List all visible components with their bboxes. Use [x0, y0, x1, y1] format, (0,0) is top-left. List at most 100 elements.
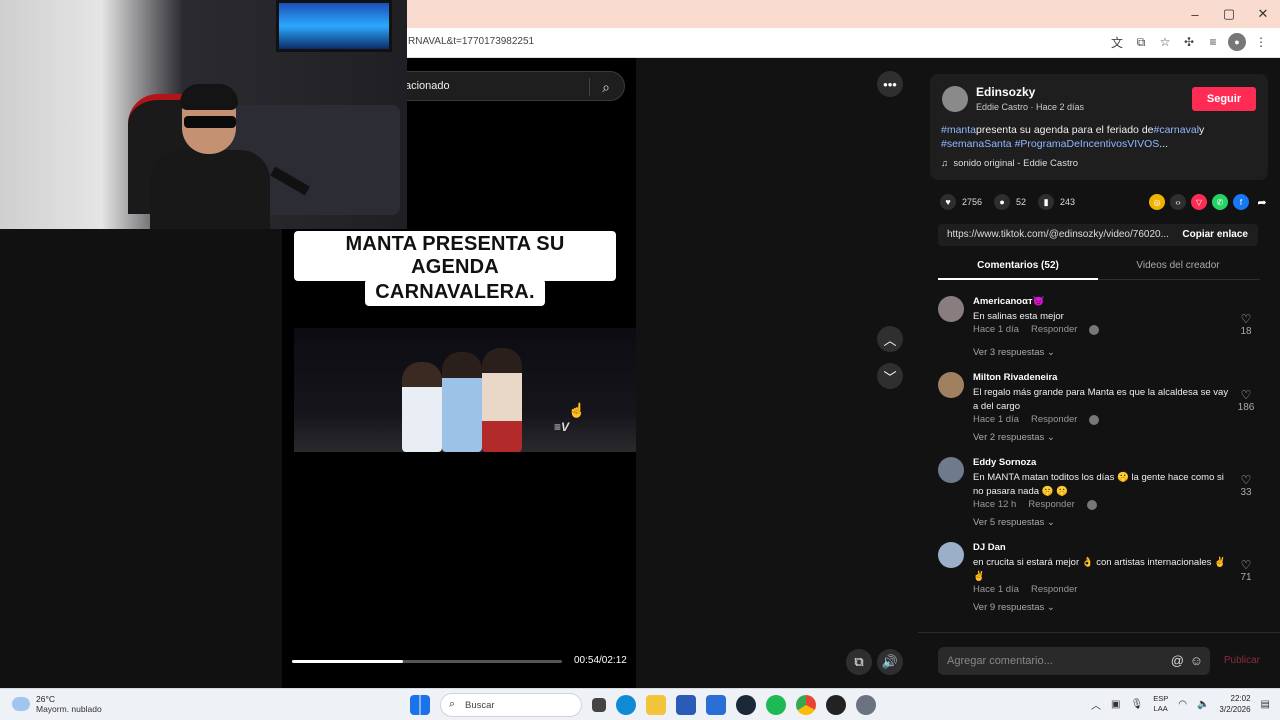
- menu-icon[interactable]: ⋮: [1252, 33, 1270, 51]
- maximize-button[interactable]: ▢: [1212, 0, 1246, 28]
- comment-icon[interactable]: ●: [994, 194, 1011, 210]
- comment-input[interactable]: Agregar comentario... @ ☺: [938, 647, 1210, 675]
- heart-outline-icon[interactable]: ♡: [1234, 312, 1258, 326]
- heart-outline-icon[interactable]: ♡: [1234, 473, 1258, 487]
- tab-creator-videos[interactable]: Videos del creador: [1098, 260, 1258, 271]
- commenter-avatar[interactable]: [938, 457, 964, 483]
- facebook-icon[interactable]: f: [1233, 194, 1249, 210]
- author-avatar[interactable]: [942, 86, 968, 112]
- weather-widget[interactable]: 26°C Mayorm. nublado: [12, 694, 102, 714]
- comment-like[interactable]: ♡ 33: [1234, 473, 1258, 498]
- clock[interactable]: 22:02 3/2/2026: [1219, 693, 1250, 715]
- coin-icon[interactable]: ◎: [1149, 194, 1165, 210]
- close-button[interactable]: ✕: [1246, 0, 1280, 28]
- whatsapp-icon[interactable]: ✆: [1212, 194, 1228, 210]
- embed-icon[interactable]: ‹›: [1170, 194, 1186, 210]
- commenter-name[interactable]: Eddy Sornoza: [973, 457, 1036, 468]
- comment-like[interactable]: ♡ 71: [1234, 558, 1258, 583]
- send-icon[interactable]: ▽: [1191, 194, 1207, 210]
- heart-icon[interactable]: ♥: [940, 194, 956, 210]
- store-icon[interactable]: [676, 695, 696, 715]
- steam-icon[interactable]: [736, 695, 756, 715]
- view-replies-button[interactable]: Ver 5 respuestas ⌄: [973, 517, 1055, 528]
- spotify-icon[interactable]: [766, 695, 786, 715]
- search-icon[interactable]: ⌕: [596, 77, 616, 97]
- speaker-icon[interactable]: 🔈: [1197, 699, 1209, 710]
- url-text[interactable]: RNAVAL&t=1770173982251: [408, 36, 534, 47]
- taskbar-search-label: Buscar: [465, 700, 495, 711]
- follow-button[interactable]: Seguir: [1192, 87, 1256, 111]
- notification-icon[interactable]: ▤: [1261, 699, 1270, 710]
- author-name[interactable]: Edinsozky: [976, 85, 1035, 99]
- reading-list-icon[interactable]: ≡: [1204, 33, 1222, 51]
- previous-video-button[interactable]: ︿: [877, 326, 903, 352]
- outlook-icon[interactable]: [706, 695, 726, 715]
- view-replies-button[interactable]: Ver 3 respuestas ⌄: [973, 347, 1055, 358]
- windows-start-icon[interactable]: [410, 695, 430, 715]
- video-url[interactable]: https://www.tiktok.com/@edinsozky/video/…: [947, 229, 1175, 240]
- comment-placeholder[interactable]: Agregar comentario...: [947, 655, 1053, 667]
- view-replies-button[interactable]: Ver 2 respuestas ⌄: [973, 432, 1055, 443]
- sound-link[interactable]: ♫ sonido original - Eddie Castro: [941, 158, 1078, 169]
- comment-like[interactable]: ♡ 186: [1234, 388, 1258, 413]
- like-stat[interactable]: ♥ 2756: [940, 194, 982, 210]
- heart-outline-icon[interactable]: ♡: [1234, 388, 1258, 402]
- hashtag-link[interactable]: #semanaSanta: [941, 138, 1012, 150]
- input-language[interactable]: ESP LAA: [1153, 694, 1168, 714]
- queen-figure-middle: [442, 352, 482, 452]
- video-progress-bar[interactable]: [292, 660, 562, 663]
- task-view-icon[interactable]: [592, 698, 606, 712]
- tray-app-icon[interactable]: ▣: [1111, 699, 1120, 710]
- search-icon: ⌕: [449, 698, 456, 710]
- commenter-avatar[interactable]: [938, 372, 964, 398]
- star-icon[interactable]: ☆: [1156, 33, 1174, 51]
- commenter-name[interactable]: DJ Dan: [973, 542, 1006, 553]
- edge-icon[interactable]: [616, 695, 636, 715]
- description-ellipsis[interactable]: ...: [1159, 138, 1168, 150]
- hashtag-link[interactable]: #manta: [941, 124, 976, 136]
- reply-button[interactable]: Responder: [1031, 584, 1077, 595]
- volume-button[interactable]: 🔊: [877, 649, 903, 675]
- video-time: 00:54/02:12: [574, 655, 627, 666]
- more-options-button[interactable]: •••: [877, 71, 903, 97]
- comment-stat[interactable]: ● 52: [994, 194, 1026, 210]
- reply-button[interactable]: Responder: [1031, 414, 1077, 425]
- profile-icon[interactable]: ●: [1228, 33, 1246, 51]
- hashtag-link[interactable]: #carnaval: [1154, 124, 1200, 136]
- next-video-button[interactable]: ﹀: [877, 363, 903, 389]
- share-arrow-icon[interactable]: ➦: [1254, 194, 1270, 210]
- file-explorer-icon[interactable]: [646, 695, 666, 715]
- video-caption: MANTA PRESENTA SU AGENDA CARNAVALERA.: [294, 231, 616, 306]
- chrome-icon[interactable]: [796, 695, 816, 715]
- show-hidden-icons[interactable]: ︿: [1091, 697, 1101, 712]
- reply-button[interactable]: Responder: [1028, 499, 1074, 510]
- commenter-avatar[interactable]: [938, 296, 964, 322]
- publish-button[interactable]: Publicar: [1224, 655, 1260, 666]
- cast-icon[interactable]: ⧉: [1132, 33, 1150, 51]
- view-replies-button[interactable]: Ver 9 respuestas ⌄: [973, 602, 1055, 613]
- settings-icon[interactable]: [856, 695, 876, 715]
- microphone-icon[interactable]: 🎙: [1131, 699, 1144, 710]
- minimize-button[interactable]: –: [1178, 0, 1212, 28]
- wifi-icon[interactable]: ◠: [1178, 699, 1187, 710]
- reply-button[interactable]: Responder: [1031, 324, 1077, 335]
- search-input[interactable]: acionado: [405, 80, 450, 92]
- commenter-name[interactable]: Americanoαт😈: [973, 296, 1044, 307]
- extensions-icon[interactable]: ✣: [1180, 33, 1198, 51]
- mention-icon[interactable]: @: [1171, 653, 1184, 668]
- commenter-avatar[interactable]: [938, 542, 964, 568]
- hashtag-link[interactable]: #ProgramaDeIncentivosVIVOS: [1015, 138, 1160, 150]
- translate-icon[interactable]: 文: [1108, 33, 1126, 51]
- video-player[interactable]: [294, 328, 636, 452]
- save-stat[interactable]: ▮ 243: [1038, 194, 1075, 210]
- heart-outline-icon[interactable]: ♡: [1234, 558, 1258, 572]
- taskbar-search[interactable]: ⌕ Buscar: [440, 693, 582, 717]
- tab-comments[interactable]: Comentarios (52): [938, 260, 1098, 271]
- commenter-name[interactable]: Milton Rivadeneira: [973, 372, 1057, 383]
- obs-icon[interactable]: [826, 695, 846, 715]
- emoji-icon[interactable]: ☺: [1190, 653, 1203, 668]
- pip-button[interactable]: ⧉: [846, 649, 872, 675]
- comment-like[interactable]: ♡ 18: [1234, 312, 1258, 337]
- copy-link-button[interactable]: Copiar enlace: [1182, 229, 1248, 240]
- bookmark-icon[interactable]: ▮: [1038, 194, 1055, 210]
